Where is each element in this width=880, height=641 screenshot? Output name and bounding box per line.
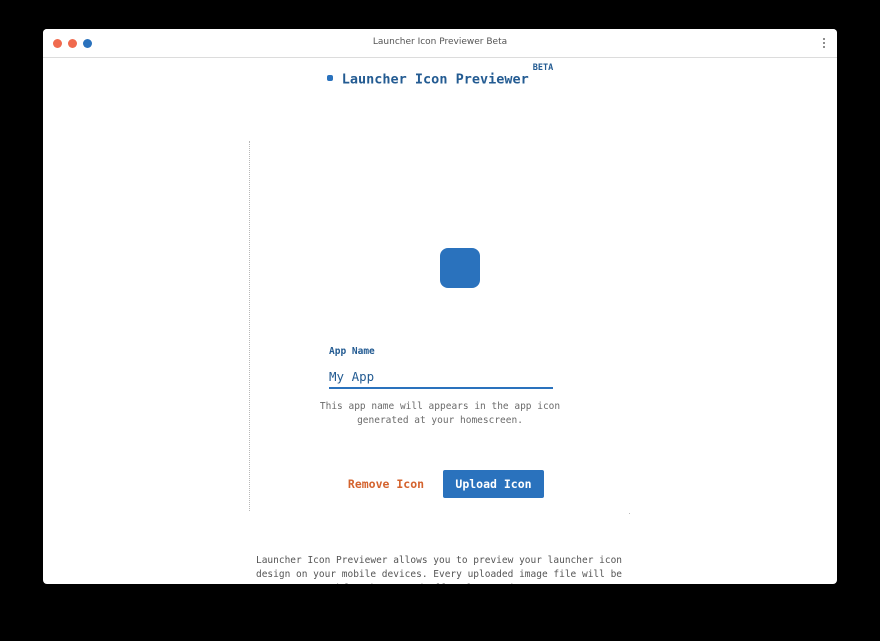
- square-dot-icon: [326, 74, 333, 81]
- app-name-label: App Name: [329, 346, 375, 357]
- footer-description: Launcher Icon Previewer allows you to pr…: [255, 555, 623, 584]
- panel-divider: [249, 141, 250, 511]
- app-icon-preview: [440, 248, 480, 288]
- beta-badge: BETA: [532, 63, 554, 73]
- app-name-help-text: This app name will appears in the app ic…: [319, 401, 561, 426]
- panel-corner-mark: [629, 513, 630, 514]
- upload-icon-button[interactable]: Upload Icon: [443, 470, 544, 498]
- app-header: Launcher Icon PreviewerBETA: [43, 63, 837, 88]
- app-name-input[interactable]: [329, 365, 553, 389]
- kebab-menu-icon[interactable]: [821, 38, 827, 50]
- window-title: Launcher Icon Previewer Beta: [372, 37, 508, 47]
- browser-window: Launcher Icon Previewer Beta Launcher Ic…: [43, 29, 837, 584]
- title-bar: Launcher Icon Previewer Beta: [43, 29, 837, 58]
- app-title: Launcher Icon Previewer: [341, 71, 529, 88]
- remove-icon-button[interactable]: Remove Icon: [340, 471, 432, 497]
